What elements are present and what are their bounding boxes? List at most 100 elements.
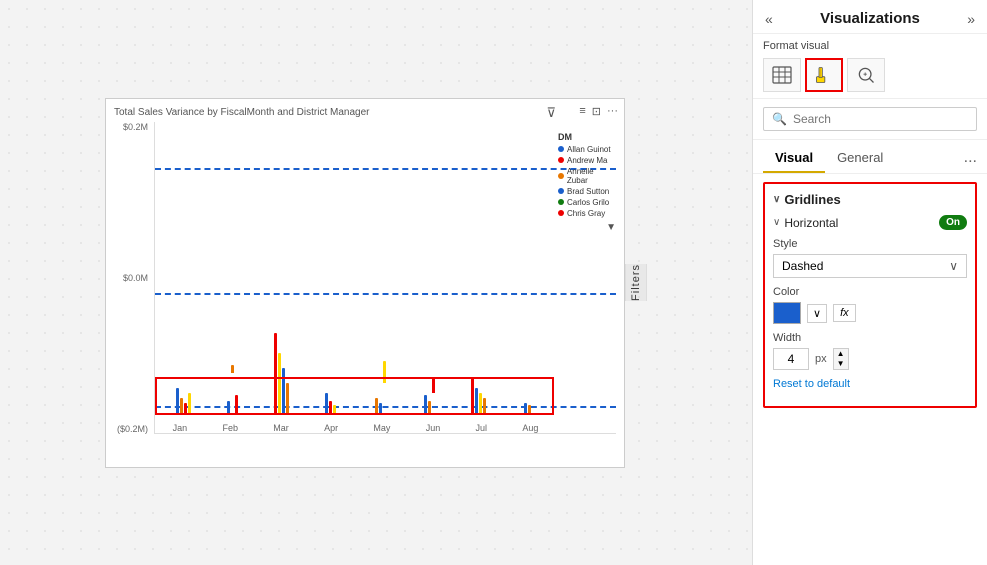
list-item: Allan Guinot: [558, 145, 616, 154]
fx-button[interactable]: fx: [833, 304, 856, 322]
x-label-jun: Jun: [426, 423, 441, 433]
list-item: Brad Sutton: [558, 187, 616, 196]
legend-dot: [558, 199, 564, 205]
bar-group-feb: [208, 122, 257, 413]
y-label-bot: ($0.2M): [117, 424, 148, 434]
chart-plot-area: Jan Feb Mar Apr May Jun Jul Aug DM Al: [154, 122, 616, 434]
bar-group-may: [356, 122, 405, 413]
legend-scroll-down[interactable]: ▼: [558, 222, 616, 233]
gridlines-chevron-icon[interactable]: ∨: [773, 194, 780, 205]
legend-label: Chris Gray: [567, 209, 605, 218]
legend-dot: [558, 210, 564, 216]
width-row: px ▲ ▼: [773, 348, 967, 370]
collapse-left-icon[interactable]: «: [765, 11, 773, 27]
chart-inner: $0.2M $0.0M ($0.2M): [114, 122, 616, 434]
chart-toolbar: ≡ ⊡ ···: [579, 105, 618, 118]
color-row: ∨ fx: [773, 302, 967, 324]
main-area: ≡ ⊡ ··· ⊽ Total Sales Variance by Fiscal…: [0, 0, 752, 565]
panel-title: Visualizations: [820, 10, 920, 27]
stepper-down-button[interactable]: ▼: [834, 359, 848, 369]
horizontal-subsection: ∨ Horizontal On Style Dashed ∨ Color ∨: [773, 215, 967, 390]
search-box[interactable]: 🔍: [763, 107, 977, 131]
analytics-icon: [856, 65, 876, 85]
legend-label: Allan Guinot: [567, 145, 611, 154]
analytics-button[interactable]: [847, 58, 885, 92]
horizontal-chevron-icon[interactable]: ∨: [773, 217, 780, 228]
tab-general[interactable]: General: [825, 146, 895, 173]
subsection-header: ∨ Horizontal On: [773, 215, 967, 230]
width-label: Width: [773, 332, 967, 344]
search-icon: 🔍: [772, 112, 787, 126]
legend-dot: [558, 173, 564, 179]
x-label-apr: Apr: [324, 423, 338, 433]
format-icons-row: [763, 58, 977, 92]
bars-area: [155, 122, 556, 413]
list-item: Annelle Zubar: [558, 167, 616, 185]
dropdown-chevron-icon: ∨: [949, 259, 958, 273]
x-label-jul: Jul: [476, 423, 488, 433]
bar-group-mar: [257, 122, 306, 413]
legend-label: Annelle Zubar: [567, 167, 616, 185]
width-stepper[interactable]: ▲ ▼: [833, 348, 849, 370]
visualizations-panel: « Visualizations » Format visual: [752, 0, 987, 565]
chart-more-icon[interactable]: ···: [607, 105, 618, 118]
horizontal-toggle[interactable]: On: [939, 215, 967, 230]
legend-label: Andrew Ma: [567, 156, 607, 165]
width-property: Width px ▲ ▼: [773, 332, 967, 370]
color-dropdown-button[interactable]: ∨: [807, 304, 827, 323]
filters-tab[interactable]: Filters: [625, 264, 647, 301]
tab-more-button[interactable]: ...: [964, 149, 977, 171]
x-label-feb: Feb: [222, 423, 238, 433]
tabs-row: Visual General ...: [753, 140, 987, 174]
legend-label: Carlos Grilo: [567, 198, 609, 207]
list-item: Chris Gray: [558, 209, 616, 218]
x-label-mar: Mar: [273, 423, 289, 433]
chart-container: ≡ ⊡ ··· ⊽ Total Sales Variance by Fiscal…: [105, 98, 625, 468]
legend-dot: [558, 188, 564, 194]
style-label: Style: [773, 238, 967, 250]
chart-filter-icon[interactable]: ⊽: [546, 105, 556, 121]
chart-expand-icon[interactable]: ⊡: [592, 105, 601, 118]
list-item: Carlos Grilo: [558, 198, 616, 207]
table-icon: [772, 66, 792, 84]
legend-title: DM: [558, 132, 616, 142]
expand-right-icon[interactable]: »: [967, 11, 975, 27]
search-section: 🔍: [753, 99, 987, 140]
x-label-may: May: [373, 423, 390, 433]
table-format-button[interactable]: [763, 58, 801, 92]
style-dropdown[interactable]: Dashed ∨: [773, 254, 967, 278]
x-label-jan: Jan: [173, 423, 188, 433]
bar-group-jul: [454, 122, 503, 413]
bar-group-aug: [503, 122, 552, 413]
chart-menu-icon[interactable]: ≡: [579, 105, 585, 118]
width-input[interactable]: [773, 348, 809, 370]
subsection-label: ∨ Horizontal: [773, 216, 838, 230]
color-swatch[interactable]: [773, 302, 801, 324]
style-value: Dashed: [782, 259, 823, 273]
bar: [231, 365, 234, 373]
selection-box: [155, 377, 554, 415]
bar-group-jun: [405, 122, 454, 413]
paint-brush-icon: [814, 65, 834, 85]
filters-label: Filters: [630, 264, 642, 301]
search-input[interactable]: [793, 112, 968, 126]
x-label-aug: Aug: [522, 423, 538, 433]
legend-dot: [558, 146, 564, 152]
stepper-up-button[interactable]: ▲: [834, 349, 848, 359]
bar-group-jan: [159, 122, 208, 413]
legend-dot: [558, 157, 564, 163]
legend-label: Brad Sutton: [567, 187, 609, 196]
tab-visual[interactable]: Visual: [763, 146, 825, 173]
style-property: Style Dashed ∨: [773, 238, 967, 278]
color-property: Color ∨ fx: [773, 286, 967, 324]
width-unit: px: [815, 353, 827, 365]
format-visual-section: Format visual: [753, 34, 987, 99]
list-item: Andrew Ma: [558, 156, 616, 165]
format-visual-label: Format visual: [763, 40, 977, 52]
x-axis: Jan Feb Mar Apr May Jun Jul Aug: [155, 423, 556, 433]
chart-legend: DM Allan Guinot Andrew Ma Annelle Zubar: [558, 132, 616, 233]
bar-group-apr: [306, 122, 355, 413]
reset-to-default-link[interactable]: Reset to default: [773, 378, 967, 390]
format-paint-button[interactable]: [805, 58, 843, 92]
gridlines-section: ∨ Gridlines ∨ Horizontal On Style Dashed…: [763, 182, 977, 408]
